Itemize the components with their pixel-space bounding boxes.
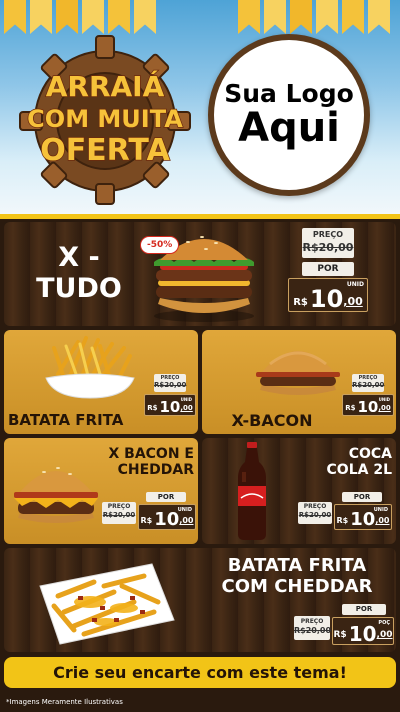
product-card-coca-cola: COCA COLA 2L PREÇO R$20,00 POR R$ 10,00 U…: [202, 438, 396, 544]
old-price-box: PREÇO R$20,00: [302, 228, 354, 258]
logo-line-2: Aqui: [238, 104, 340, 151]
old-price-box: PREÇO R$20,00: [294, 616, 332, 640]
burger-image: [256, 351, 340, 395]
price-tag: PREÇO R$20,00 POR R$ 10,00 POÇ: [294, 604, 394, 650]
old-price: R$20,00: [298, 511, 332, 519]
header-divider: [0, 214, 400, 219]
logo-line-1: Sua Logo: [224, 78, 354, 108]
price-tag: PREÇO R$20,00 POR R$ 10,00 UNID: [102, 492, 196, 540]
price-tag: PREÇO R$20,00 R$ 10,00 UNID: [342, 374, 394, 430]
new-price: R$ 10,00 POÇ: [332, 617, 394, 645]
cheddar-fries-image: [39, 563, 175, 645]
product-card-batata-cheddar: BATATA FRITA COM CHEDDAR PREÇO R$20,00 P…: [4, 548, 396, 652]
price-tag: PREÇO R$20,00 POR R$ 10,00 UNID: [298, 492, 392, 540]
new-price: R$ 10,00 UNID: [138, 504, 196, 530]
flyer: ARRAIÁ COM MUITA OFERTA Sua Logo Aqui X …: [0, 0, 400, 712]
cta-banner[interactable]: Crie seu encarte com este tema!: [4, 657, 396, 688]
old-price-box: PREÇO R$20,00: [298, 502, 332, 524]
soda-bottle-image: [238, 442, 266, 540]
product-name: X - TUDO: [36, 242, 122, 305]
product-name: X BACON E CHEDDAR: [108, 446, 194, 479]
product-name: X-BACON: [231, 411, 313, 430]
fries-image: [45, 336, 135, 399]
disclaimer: *Imagens Meramente Ilustrativas: [6, 698, 123, 706]
product-name: BATATA FRITA COM CHEDDAR: [221, 555, 373, 597]
header: ARRAIÁ COM MUITA OFERTA Sua Logo Aqui: [0, 0, 400, 215]
product-card-x-bacon: X-BACON PREÇO R$20,00 R$ 10,00 UNID: [202, 330, 396, 434]
new-price: R$ 10,00 UNID: [144, 394, 196, 416]
old-price: R$20,00: [294, 626, 332, 635]
badge-line-3: OFERTA: [40, 133, 170, 168]
logo-placeholder: Sua Logo Aqui: [208, 34, 370, 196]
old-price: R$20,00: [102, 511, 136, 519]
badge-line-2: COM MUITA: [27, 105, 183, 133]
por-label: POR: [146, 492, 186, 502]
old-price-box: PREÇO R$20,00: [102, 502, 136, 524]
old-price-box: PREÇO R$20,00: [352, 374, 384, 392]
product-name: BATATA FRITA: [8, 411, 124, 429]
product-card-x-bacon-cheddar: X BACON E CHEDDAR PREÇO R$20,00 POR R$ 10…: [4, 438, 198, 544]
product-name: COCA COLA 2L: [326, 446, 392, 479]
badge-line-1: ARRAIÁ: [46, 69, 165, 103]
price-tag: PREÇO R$20,00 R$ 10,00 UNID: [144, 374, 196, 430]
new-price: R$ 10,00 UNID: [334, 504, 392, 530]
por-label: POR: [342, 492, 382, 502]
price-tag: PREÇO R$20,00 POR R$ 10,00 UNID: [288, 228, 368, 320]
discount-badge: -50%: [140, 236, 180, 254]
old-price-box: PREÇO R$20,00: [154, 374, 186, 392]
arraia-badge: ARRAIÁ COM MUITA OFERTA: [19, 35, 191, 205]
new-price: R$ 10,00 UNID: [288, 278, 368, 312]
old-price: R$20,00: [302, 241, 354, 254]
por-label: POR: [342, 604, 386, 615]
por-label: POR: [302, 262, 354, 276]
old-price: R$20,00: [352, 381, 385, 389]
old-price: R$20,00: [154, 381, 187, 389]
new-price: R$ 10,00 UNID: [342, 394, 394, 416]
product-card-x-tudo: X - TUDO -50% PREÇO R$20,00 POR R$ 10,00 …: [4, 222, 396, 326]
product-card-batata-frita: BATATA FRITA PREÇO R$20,00 R$ 10,00 UNID: [4, 330, 198, 434]
burger-image: [14, 467, 98, 523]
